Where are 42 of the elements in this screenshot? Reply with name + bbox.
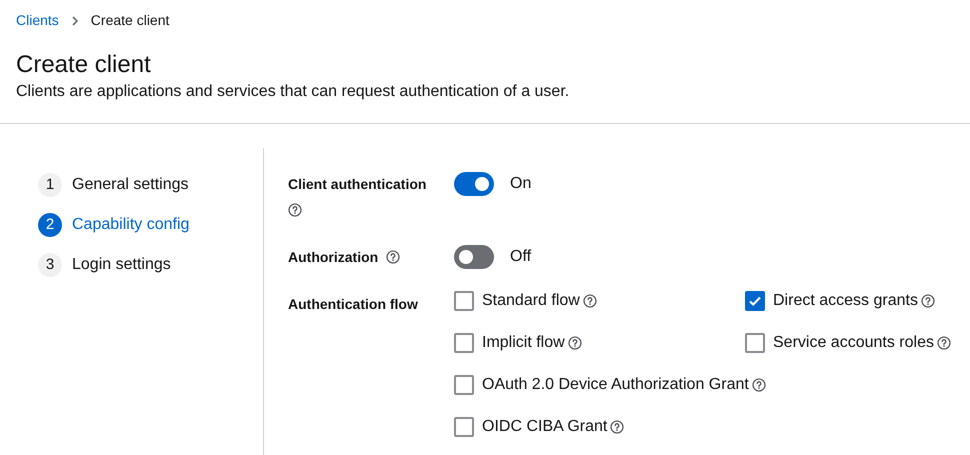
help-icon[interactable] [386,250,400,264]
checkbox-label: Direct access grants [773,291,918,311]
step-label: Capability config [72,215,190,235]
toggle-state-text: Off [510,247,532,267]
wizard-step[interactable]: 2 Capability config [38,213,263,237]
checkbox[interactable] [745,333,765,353]
toggle-state-text: On [510,174,532,194]
help-icon[interactable] [568,336,582,350]
field-label: Authentication flow [288,296,418,312]
toggle-switch[interactable] [454,245,494,269]
chevron-right-icon [70,16,79,26]
help-icon[interactable] [582,294,597,308]
checkbox[interactable] [454,291,474,311]
checkbox-label: Service accounts roles [773,333,934,353]
field-label: Authorization [288,248,378,266]
checkbox-label: Implicit flow [482,333,565,353]
page-description: Clients are applications and services that can request authentication of a user. [16,82,570,102]
checkbox-label: OIDC CIBA Grant [482,417,608,437]
checkbox-label: Standard flow [482,291,580,311]
checkbox[interactable] [454,375,474,395]
checkbox-label: OAuth 2.0 Device Authorization Grant [482,375,749,395]
wizard-step[interactable]: 1 General settings [38,173,263,197]
toggle-switch[interactable] [454,172,494,196]
breadcrumb-current: Create client [90,11,170,30]
help-icon[interactable] [752,378,766,392]
checkbox[interactable] [454,417,474,437]
wizard-step[interactable]: 3 Login settings [38,253,263,277]
step-number: 3 [38,253,62,277]
help-icon[interactable] [288,203,302,217]
help-icon[interactable] [920,294,935,308]
step-number: 2 [38,213,62,237]
checkbox[interactable] [745,291,765,311]
check-icon [748,294,762,308]
page-title: Create client [16,50,152,80]
step-number: 1 [38,173,62,197]
help-icon[interactable] [936,336,951,350]
field-label: Client authentication [288,175,428,194]
breadcrumb-link[interactable]: Clients [16,10,59,31]
step-label: General settings [72,175,189,195]
step-label: Login settings [72,255,171,275]
checkbox[interactable] [454,333,474,353]
help-icon[interactable] [610,420,624,434]
